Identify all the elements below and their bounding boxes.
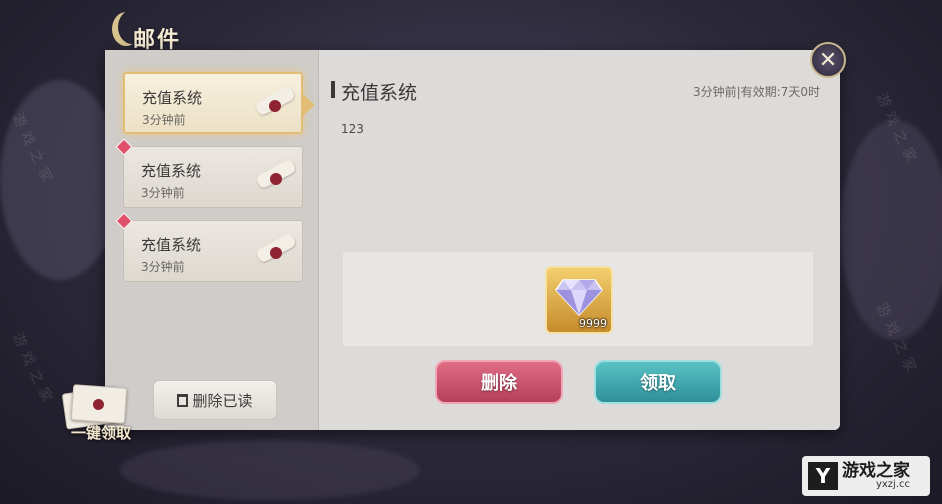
- mail-time: 3分钟前: [142, 113, 186, 127]
- logo-name: 游戏之家: [842, 460, 910, 481]
- unread-indicator-icon: [115, 212, 133, 230]
- unread-indicator-icon: [115, 138, 133, 156]
- scroll-letter-icon: [253, 80, 296, 130]
- mail-item[interactable]: 充值系统 3分钟前: [115, 138, 303, 208]
- reward-item[interactable]: 9999: [545, 266, 613, 334]
- trash-icon: [177, 393, 189, 407]
- close-button[interactable]: ✕: [810, 42, 846, 78]
- delete-button[interactable]: 删除: [435, 360, 563, 404]
- mail-panel: 充值系统 3分钟前 充值系统 3分钟前 充值系统 3分钟前 删除已读 充值系统 …: [105, 50, 840, 430]
- diamond-icon: [555, 279, 603, 316]
- mail-item[interactable]: 充值系统 3分钟前: [123, 72, 315, 134]
- mail-sender: 充值系统: [141, 236, 202, 254]
- claim-all-label: 一键领取: [70, 424, 131, 442]
- logo-url: yxzj.cc: [875, 478, 910, 490]
- delete-read-label: 删除已读: [192, 391, 253, 410]
- mail-item[interactable]: 充值系统 3分钟前: [115, 212, 303, 282]
- detail-body: 123: [341, 122, 364, 136]
- selected-pointer-icon: [303, 94, 315, 116]
- close-icon: ✕: [818, 47, 838, 73]
- reward-quantity: 9999: [579, 317, 607, 330]
- detail-meta: 3分钟前|有效期:7天0时: [693, 85, 820, 99]
- mail-detail: 充值系统 3分钟前|有效期:7天0时 123 9999 删除 领取: [319, 50, 840, 430]
- mail-list: 充值系统 3分钟前 充值系统 3分钟前 充值系统 3分钟前 删除已读: [105, 50, 319, 430]
- mail-time: 3分钟前: [141, 260, 185, 274]
- scroll-letter-icon: [254, 153, 297, 203]
- claim-all-button[interactable]: 一键领取: [58, 380, 144, 450]
- logo-mark-icon: Y: [808, 462, 838, 490]
- scroll-letter-icon: [254, 227, 297, 277]
- site-logo: Y 游戏之家 yxzj.cc: [802, 456, 930, 496]
- mail-sender: 充值系统: [142, 89, 203, 107]
- reward-area: 9999: [343, 252, 813, 346]
- claim-button[interactable]: 领取: [594, 360, 722, 404]
- detail-title: 充值系统: [330, 78, 417, 105]
- delete-read-button[interactable]: 删除已读: [153, 380, 277, 420]
- mail-sender: 充值系统: [141, 162, 202, 180]
- mail-time: 3分钟前: [141, 186, 185, 200]
